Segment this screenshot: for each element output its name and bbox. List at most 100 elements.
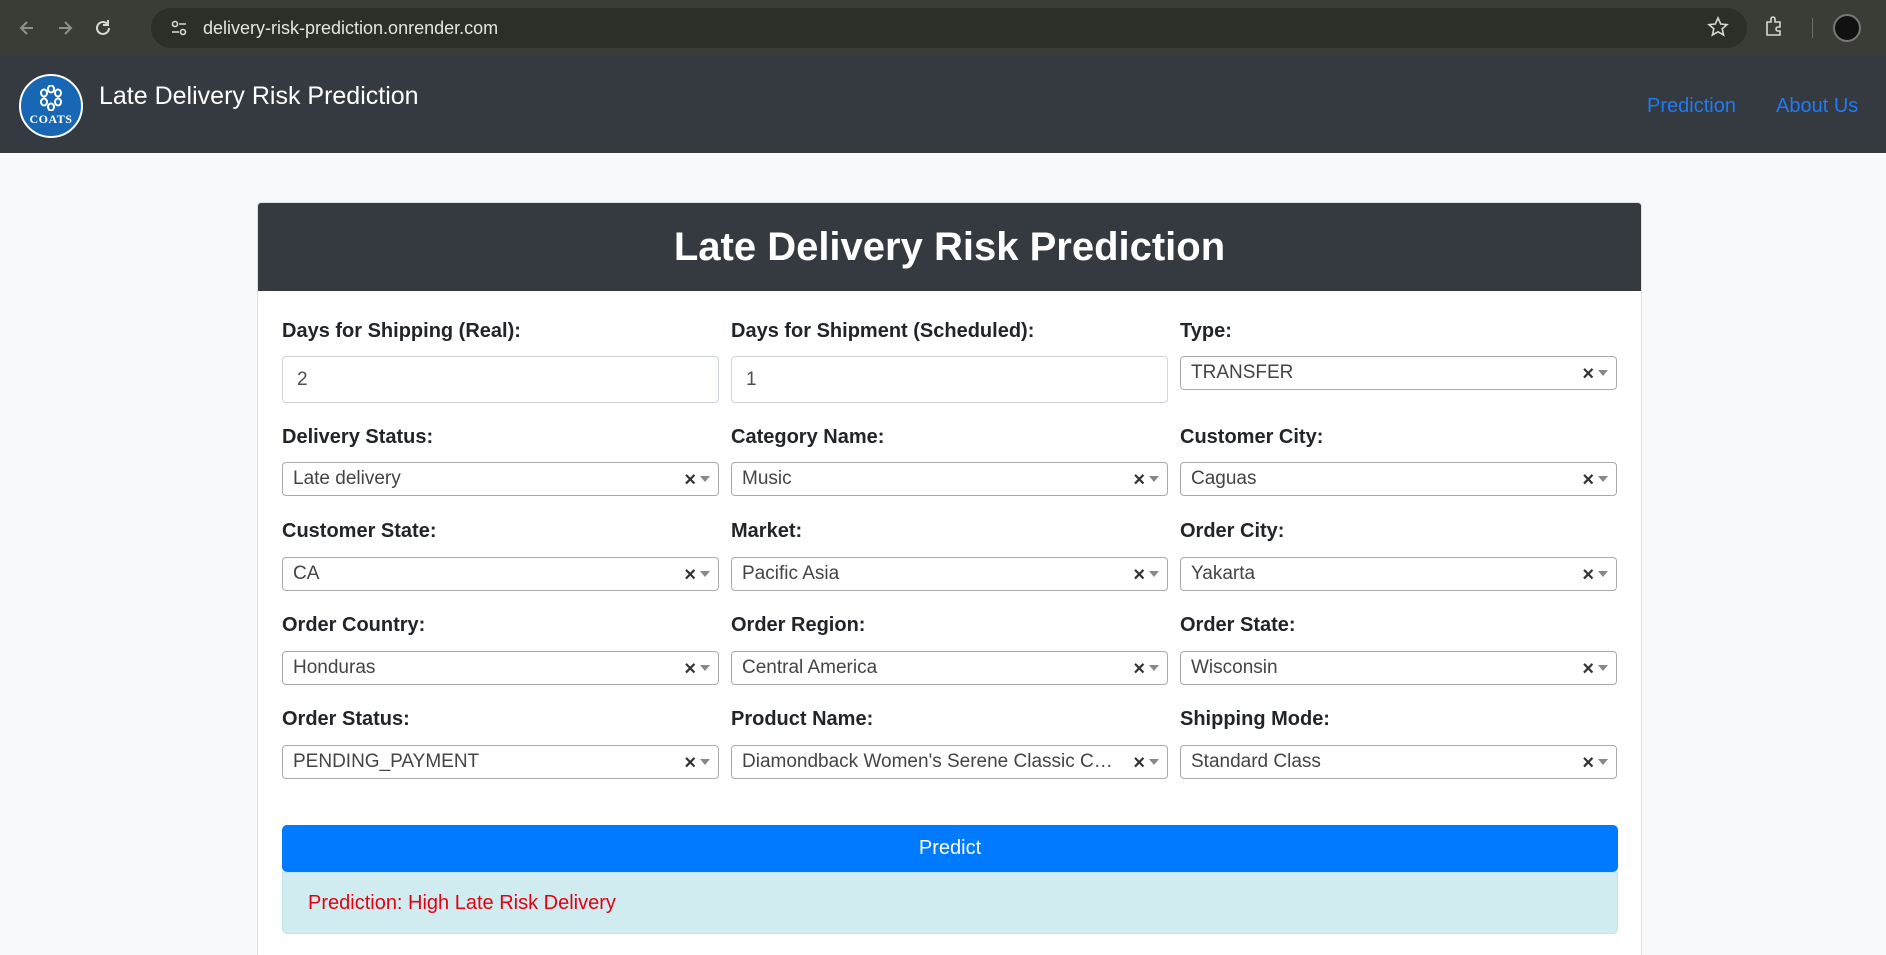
clear-icon[interactable]: × (1133, 564, 1145, 587)
dropdown-arrow-icon[interactable] (1598, 571, 1608, 577)
clear-icon[interactable]: × (1582, 752, 1594, 775)
dropdown-arrow-icon[interactable] (700, 476, 710, 482)
url-text[interactable]: delivery-risk-prediction.onrender.com (203, 18, 498, 39)
clear-icon[interactable]: × (1133, 469, 1145, 492)
site-navbar: COATS Late Delivery Risk Prediction Pred… (0, 56, 1886, 153)
clear-icon[interactable]: × (684, 658, 696, 681)
field-category-name: Category Name: Music × (731, 426, 1168, 498)
site-brand[interactable]: Late Delivery Risk Prediction (99, 82, 419, 111)
label-customer-state: Customer State: (282, 520, 437, 542)
clear-icon[interactable]: × (1582, 564, 1594, 587)
logo-text: COATS (29, 112, 73, 126)
clear-icon[interactable]: × (684, 564, 696, 587)
chain-icon (40, 85, 62, 111)
select-category-name[interactable]: Music × (731, 462, 1168, 496)
field-customer-state: Customer State: CA × (282, 520, 719, 592)
select-category-name-value: Music (742, 468, 792, 489)
select-market[interactable]: Pacific Asia × (731, 557, 1168, 591)
select-order-region-value: Central America (742, 657, 878, 678)
label-category-name: Category Name: (731, 426, 885, 448)
field-order-country: Order Country: Honduras × (282, 614, 719, 686)
field-days-real: Days for Shipping (Real): 2 (282, 320, 719, 404)
nav-link-prediction[interactable]: Prediction (1647, 95, 1736, 118)
label-customer-city: Customer City: (1180, 426, 1324, 448)
select-delivery-status-value: Late delivery (293, 468, 401, 489)
extensions-icon[interactable] (1763, 14, 1787, 43)
field-market: Market: Pacific Asia × (731, 520, 1168, 592)
select-order-region[interactable]: Central America × (731, 651, 1168, 685)
select-customer-city[interactable]: Caguas × (1180, 462, 1617, 496)
clear-icon[interactable]: × (1133, 752, 1145, 775)
dropdown-arrow-icon[interactable] (700, 665, 710, 671)
select-customer-state[interactable]: CA × (282, 557, 719, 591)
select-market-value: Pacific Asia (742, 563, 840, 584)
select-order-status[interactable]: PENDING_PAYMENT × (282, 745, 719, 779)
label-shipping-mode: Shipping Mode: (1180, 708, 1330, 730)
field-order-region: Order Region: Central America × (731, 614, 1168, 686)
dropdown-arrow-icon[interactable] (700, 759, 710, 765)
select-product-name[interactable]: Diamondback Women's Serene Classic Co...… (731, 745, 1168, 779)
card-header: Late Delivery Risk Prediction (258, 203, 1641, 291)
clear-icon[interactable]: × (684, 752, 696, 775)
address-bar[interactable]: delivery-risk-prediction.onrender.com (151, 8, 1747, 48)
clear-icon[interactable]: × (1582, 363, 1594, 386)
dropdown-arrow-icon[interactable] (1149, 665, 1159, 671)
dropdown-arrow-icon[interactable] (1598, 370, 1608, 376)
label-days-scheduled: Days for Shipment (Scheduled): (731, 320, 1035, 342)
dropdown-arrow-icon[interactable] (1598, 759, 1608, 765)
dropdown-arrow-icon[interactable] (1149, 571, 1159, 577)
field-order-state: Order State: Wisconsin × (1180, 614, 1617, 686)
reload-icon[interactable] (84, 9, 122, 47)
select-order-state-value: Wisconsin (1191, 657, 1278, 678)
predict-button[interactable]: Predict (282, 825, 1618, 872)
select-order-country[interactable]: Honduras × (282, 651, 719, 685)
forward-arrow-icon[interactable] (46, 9, 84, 47)
browser-toolbar: delivery-risk-prediction.onrender.com (0, 0, 1886, 56)
select-type[interactable]: TRANSFER × (1180, 356, 1617, 390)
label-order-region: Order Region: (731, 614, 866, 636)
label-product-name: Product Name: (731, 708, 874, 730)
label-delivery-status: Delivery Status: (282, 426, 434, 448)
coats-logo[interactable]: COATS (19, 74, 83, 138)
field-type: Type: TRANSFER × (1180, 320, 1617, 392)
select-order-status-value: PENDING_PAYMENT (293, 751, 480, 772)
select-order-city[interactable]: Yakarta × (1180, 557, 1617, 591)
dropdown-arrow-icon[interactable] (1149, 476, 1159, 482)
label-type: Type: (1180, 320, 1232, 342)
clear-icon[interactable]: × (1133, 658, 1145, 681)
select-order-state[interactable]: Wisconsin × (1180, 651, 1617, 685)
dropdown-arrow-icon[interactable] (1598, 665, 1608, 671)
card-title: Late Delivery Risk Prediction (673, 224, 1226, 269)
back-arrow-icon[interactable] (8, 9, 46, 47)
toolbar-divider (1812, 18, 1813, 38)
star-icon[interactable] (1707, 16, 1729, 43)
clear-icon[interactable]: × (1582, 469, 1594, 492)
select-order-city-value: Yakarta (1191, 563, 1256, 584)
select-type-value: TRANSFER (1191, 362, 1294, 383)
clear-icon[interactable]: × (684, 469, 696, 492)
select-customer-city-value: Caguas (1191, 468, 1257, 489)
site-settings-icon[interactable] (165, 14, 193, 42)
field-customer-city: Customer City: Caguas × (1180, 426, 1617, 498)
field-days-scheduled: Days for Shipment (Scheduled): 1 (731, 320, 1168, 404)
dropdown-arrow-icon[interactable] (1149, 759, 1159, 765)
profile-avatar[interactable] (1833, 14, 1861, 42)
field-order-status: Order Status: PENDING_PAYMENT × (282, 708, 719, 780)
field-order-city: Order City: Yakarta × (1180, 520, 1617, 592)
field-shipping-mode: Shipping Mode: Standard Class × (1180, 708, 1617, 780)
dropdown-arrow-icon[interactable] (700, 571, 710, 577)
field-delivery-status: Delivery Status: Late delivery × (282, 426, 719, 498)
prediction-result: Prediction: High Late Risk Delivery (282, 872, 1618, 934)
clear-icon[interactable]: × (1582, 658, 1594, 681)
select-customer-state-value: CA (293, 563, 320, 584)
select-shipping-mode-value: Standard Class (1191, 751, 1321, 772)
nav-link-about-us[interactable]: About Us (1776, 95, 1858, 118)
input-days-scheduled[interactable]: 1 (731, 356, 1168, 403)
label-order-status: Order Status: (282, 708, 410, 730)
select-shipping-mode[interactable]: Standard Class × (1180, 745, 1617, 779)
label-order-city: Order City: (1180, 520, 1285, 542)
select-order-country-value: Honduras (293, 657, 376, 678)
input-days-real[interactable]: 2 (282, 356, 719, 403)
select-delivery-status[interactable]: Late delivery × (282, 462, 719, 496)
dropdown-arrow-icon[interactable] (1598, 476, 1608, 482)
